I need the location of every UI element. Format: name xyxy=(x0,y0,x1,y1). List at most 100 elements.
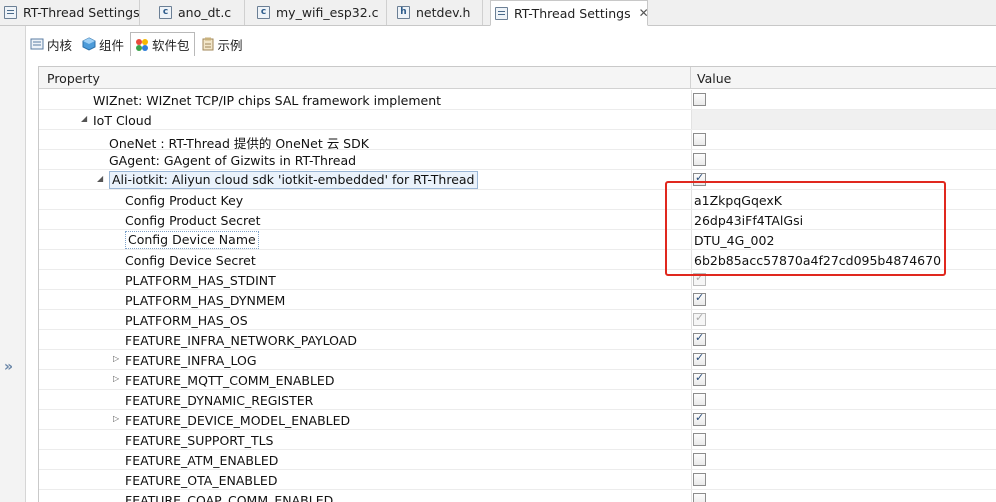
tab-label: 内核 xyxy=(47,37,73,53)
table-row[interactable]: ◢ IoT Cloud xyxy=(39,110,996,130)
check-icon: ✓ xyxy=(695,291,705,304)
value-checkbox[interactable]: ✓ xyxy=(693,371,706,386)
table-row[interactable]: ▷ FEATURE_INFRA_LOG ✓ xyxy=(39,350,996,370)
close-icon[interactable]: ✕ xyxy=(639,6,647,20)
property-label: FEATURE_MQTT_COMM_ENABLED xyxy=(125,373,335,388)
value-checkbox[interactable] xyxy=(693,393,706,406)
value-cell[interactable]: ✓ xyxy=(691,410,996,429)
value-cell[interactable] xyxy=(691,430,996,449)
value-cell[interactable] xyxy=(691,450,996,469)
editor-tab-label: ano_dt.c xyxy=(178,5,232,20)
value-checkbox[interactable]: ✓ xyxy=(693,351,706,366)
value-text[interactable]: 6b2b85acc57870a4f27cd095b4874670 xyxy=(694,253,941,268)
table-row[interactable]: FEATURE_DYNAMIC_REGISTER xyxy=(39,390,996,410)
check-icon: ✓ xyxy=(695,331,705,344)
collapsed-twisty-icon[interactable]: ▷ xyxy=(113,354,119,363)
collapsed-twisty-icon[interactable]: ▷ xyxy=(113,374,119,383)
value-checkbox[interactable] xyxy=(693,493,706,502)
value-checkbox[interactable] xyxy=(693,473,706,486)
table-row[interactable]: Config Device Name DTU_4G_002 xyxy=(39,230,996,250)
property-label: IoT Cloud xyxy=(93,113,152,128)
value-column-header[interactable]: Value xyxy=(697,71,731,86)
table-row[interactable]: ▷ FEATURE_MQTT_COMM_ENABLED ✓ xyxy=(39,370,996,390)
value-checkbox[interactable]: ✓ xyxy=(693,331,706,346)
tab-packages[interactable]: 软件包 xyxy=(130,32,195,56)
expanded-twisty-icon[interactable]: ◢ xyxy=(81,114,87,123)
table-row[interactable]: WIZnet: WIZnet TCP/IP chips SAL framewor… xyxy=(39,90,996,110)
value-cell[interactable]: 6b2b85acc57870a4f27cd095b4874670 xyxy=(691,250,996,269)
table-row[interactable]: FEATURE_SUPPORT_TLS xyxy=(39,430,996,450)
value-cell[interactable]: ✓ xyxy=(691,370,996,389)
property-label: FEATURE_ATM_ENABLED xyxy=(125,453,279,468)
value-cell[interactable]: a1ZkpqGqexK xyxy=(691,190,996,209)
editor-tab-rt-thread-settings-active[interactable]: RT-Thread Settings ✕ xyxy=(490,0,648,26)
value-cell[interactable] xyxy=(691,90,996,109)
table-row[interactable]: Config Product Key a1ZkpqGqexK xyxy=(39,190,996,210)
table-row[interactable]: PLATFORM_HAS_DYNMEM ✓ xyxy=(39,290,996,310)
value-text[interactable]: a1ZkpqGqexK xyxy=(694,193,782,208)
check-icon: ✓ xyxy=(695,371,705,384)
value-checkbox[interactable] xyxy=(693,93,706,106)
table-row[interactable]: Config Product Secret 26dp43iFf4TAlGsi xyxy=(39,210,996,230)
expanded-twisty-icon[interactable]: ◢ xyxy=(97,174,103,183)
value-cell[interactable] xyxy=(691,390,996,409)
table-row[interactable]: ◢ Ali-iotkit: Aliyun cloud sdk 'iotkit-em… xyxy=(39,170,996,190)
table-row[interactable]: GAgent: GAgent of Gizwits in RT-Thread xyxy=(39,150,996,170)
table-row[interactable]: FEATURE_INFRA_NETWORK_PAYLOAD ✓ xyxy=(39,330,996,350)
value-checkbox[interactable]: ✓ xyxy=(693,291,706,306)
property-label: FEATURE_OTA_ENABLED xyxy=(125,473,278,488)
value-cell[interactable] xyxy=(691,130,996,149)
value-cell[interactable]: ✓ xyxy=(691,270,996,289)
value-cell[interactable]: 26dp43iFf4TAlGsi xyxy=(691,210,996,229)
value-cell[interactable]: ✓ xyxy=(691,350,996,369)
property-label: FEATURE_INFRA_LOG xyxy=(125,353,257,368)
value-checkbox[interactable]: ✓ xyxy=(693,171,706,186)
property-column-header[interactable]: Property xyxy=(47,71,100,86)
value-checkbox[interactable]: ✓ xyxy=(693,411,706,426)
value-cell[interactable] xyxy=(691,490,996,502)
editor-tab-label: RT-Thread Settings xyxy=(514,5,631,21)
property-label: GAgent: GAgent of Gizwits in RT-Thread xyxy=(109,153,357,168)
check-icon: ✓ xyxy=(695,311,705,324)
table-row[interactable]: FEATURE_OTA_ENABLED xyxy=(39,470,996,490)
value-cell xyxy=(691,110,996,129)
expand-panel-icon[interactable]: » xyxy=(4,359,13,375)
collapsed-twisty-icon[interactable]: ▷ xyxy=(113,414,119,423)
value-text[interactable]: 26dp43iFf4TAlGsi xyxy=(694,213,803,228)
editor-tab-my-wifi-esp32-c[interactable]: c my_wifi_esp32.c xyxy=(253,0,387,25)
table-row[interactable]: PLATFORM_HAS_OS ✓ xyxy=(39,310,996,330)
editor-tab-netdev-h[interactable]: h netdev.h xyxy=(393,0,483,25)
value-checkbox[interactable] xyxy=(693,133,706,146)
table-row[interactable]: PLATFORM_HAS_STDINT ✓ xyxy=(39,270,996,290)
editor-tab-label: netdev.h xyxy=(416,5,471,20)
value-checkbox[interactable] xyxy=(693,153,706,166)
value-cell[interactable]: ✓ xyxy=(691,170,996,189)
table-row[interactable]: Config Device Secret 6b2b85acc57870a4f27c… xyxy=(39,250,996,270)
property-label: FEATURE_DEVICE_MODEL_ENABLED xyxy=(125,413,351,428)
value-checkbox[interactable] xyxy=(693,433,706,446)
tab-components[interactable]: 组件 xyxy=(78,32,128,56)
value-cell[interactable]: ✓ xyxy=(691,330,996,349)
table-row[interactable]: OneNet : RT-Thread 提供的 OneNet 云 SDK xyxy=(39,130,996,151)
value-checkbox[interactable] xyxy=(693,453,706,466)
tab-label: 软件包 xyxy=(152,38,190,53)
value-cell[interactable] xyxy=(691,470,996,489)
tab-examples[interactable]: 示例 xyxy=(197,32,247,56)
value-cell[interactable] xyxy=(691,150,996,169)
tab-kernel[interactable]: 内核 xyxy=(26,32,76,56)
value-cell[interactable]: ✓ xyxy=(691,310,996,329)
table-row[interactable]: FEATURE_COAP_COMM_ENABLED xyxy=(39,490,996,502)
value-cell[interactable]: ✓ xyxy=(691,290,996,309)
editor-tab-rt-thread-settings-1[interactable]: RT-Thread Settings xyxy=(0,0,140,25)
check-icon: ✓ xyxy=(695,171,705,184)
settings-icon xyxy=(4,6,17,19)
value-text[interactable]: DTU_4G_002 xyxy=(694,233,774,248)
column-divider[interactable] xyxy=(690,67,691,89)
property-table: Property Value WIZnet: WIZnet TCP/IP chi… xyxy=(38,66,996,502)
example-icon xyxy=(202,37,214,51)
table-row[interactable]: ▷ FEATURE_DEVICE_MODEL_ENABLED ✓ xyxy=(39,410,996,430)
editor-tab-ano-dt-c[interactable]: c ano_dt.c xyxy=(155,0,245,25)
value-cell[interactable]: DTU_4G_002 xyxy=(691,230,996,249)
table-row[interactable]: FEATURE_ATM_ENABLED xyxy=(39,450,996,470)
property-label: PLATFORM_HAS_DYNMEM xyxy=(125,293,286,308)
